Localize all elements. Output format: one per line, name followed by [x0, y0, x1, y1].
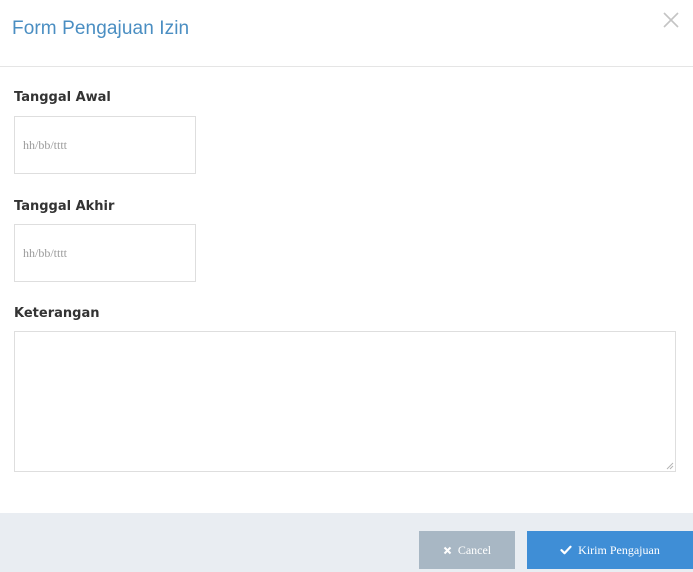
close-button[interactable]	[659, 8, 683, 32]
start-date-label: Tanggal Awal	[14, 90, 111, 105]
start-date-input[interactable]	[14, 116, 196, 174]
x-icon	[443, 546, 452, 555]
end-date-label: Tanggal Akhir	[14, 199, 115, 214]
notes-label: Keterangan	[14, 306, 100, 321]
cancel-button[interactable]: Cancel	[419, 531, 515, 569]
submit-button[interactable]: Kirim Pengajuan	[527, 531, 693, 569]
notes-textarea[interactable]	[14, 331, 676, 472]
izin-request-modal: Form Pengajuan Izin Tanggal Awal Tanggal…	[0, 0, 693, 572]
resize-handle-icon[interactable]	[664, 460, 674, 470]
modal-header: Form Pengajuan Izin	[0, 0, 693, 67]
cancel-button-label: Cancel	[457, 542, 492, 557]
modal-title: Form Pengajuan Izin	[12, 18, 190, 39]
check-icon	[560, 545, 572, 555]
end-date-input[interactable]	[14, 224, 196, 282]
close-icon	[663, 12, 679, 28]
submit-button-label: Kirim Pengajuan	[578, 542, 660, 557]
